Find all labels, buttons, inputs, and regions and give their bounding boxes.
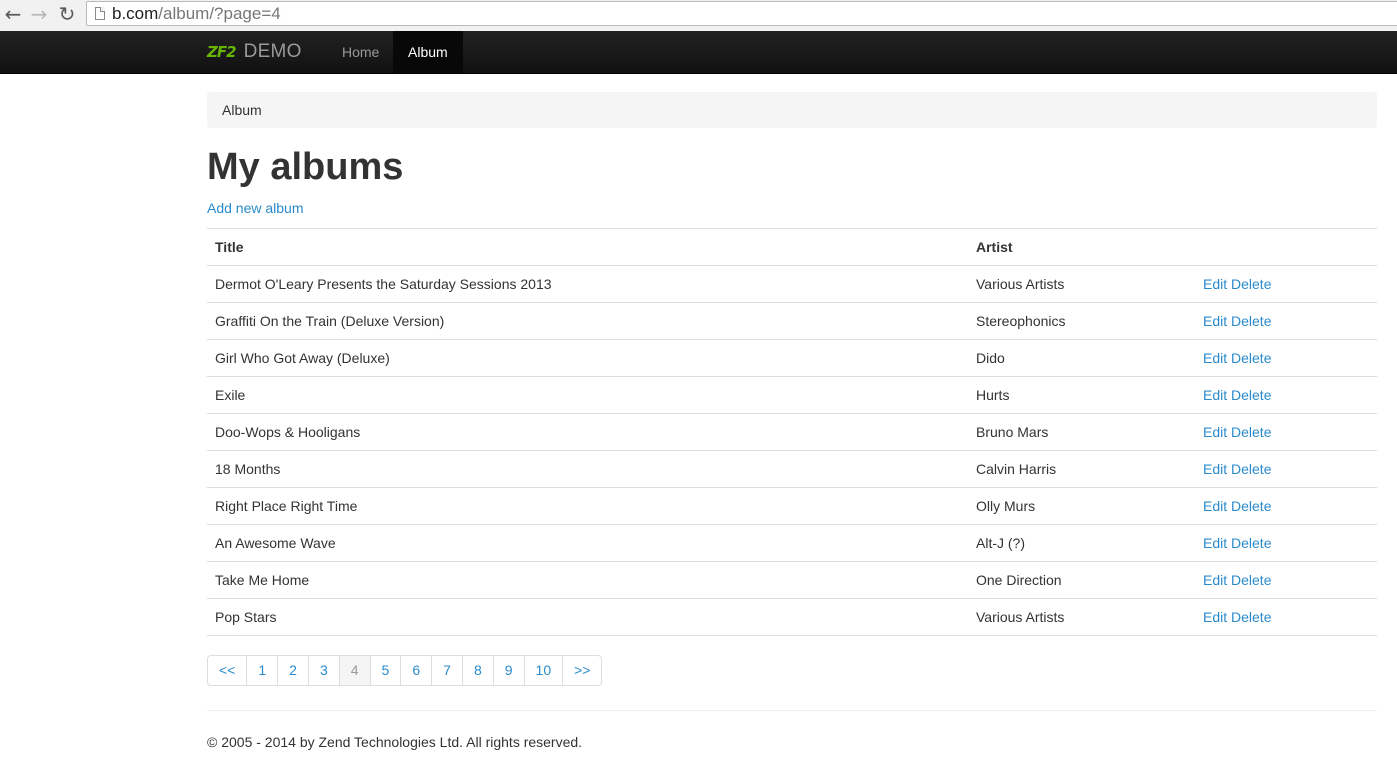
album-title-cell: Right Place Right Time	[207, 487, 968, 525]
album-actions-cell: Edit Delete	[1195, 376, 1377, 414]
album-title-cell: Graffiti On the Train (Deluxe Version)	[207, 302, 968, 340]
album-actions-cell: Edit Delete	[1195, 450, 1377, 488]
album-actions-cell: Edit Delete	[1195, 561, 1377, 599]
album-title-cell: 18 Months	[207, 450, 968, 488]
header-artist: Artist	[968, 228, 1195, 266]
album-title-cell: Dermot O'Leary Presents the Saturday Ses…	[207, 265, 968, 303]
album-title-cell: Take Me Home	[207, 561, 968, 599]
album-actions-cell: Edit Delete	[1195, 487, 1377, 525]
zf2-logo-icon: ZF2	[207, 43, 237, 61]
edit-link[interactable]: Edit	[1203, 498, 1227, 514]
pagination-page-7[interactable]: 7	[431, 656, 462, 685]
album-title-cell: An Awesome Wave	[207, 524, 968, 562]
edit-link[interactable]: Edit	[1203, 461, 1227, 477]
delete-link[interactable]: Delete	[1231, 313, 1271, 329]
delete-link[interactable]: Delete	[1231, 572, 1271, 588]
header-actions	[1195, 228, 1377, 266]
url-host: b.com	[112, 4, 159, 23]
album-actions-cell: Edit Delete	[1195, 339, 1377, 377]
album-title-cell: Girl Who Got Away (Deluxe)	[207, 339, 968, 377]
album-title-cell: Exile	[207, 376, 968, 414]
edit-link[interactable]: Edit	[1203, 424, 1227, 440]
edit-link[interactable]: Edit	[1203, 387, 1227, 403]
album-actions-cell: Edit Delete	[1195, 413, 1377, 451]
album-artist-cell: Olly Murs	[968, 487, 1195, 525]
album-artist-cell: Various Artists	[968, 598, 1195, 636]
footer-copyright: © 2005 - 2014 by Zend Technologies Ltd. …	[207, 734, 583, 750]
browser-toolbar: ← → ↻ b.com/album/?page=4	[0, 0, 1397, 31]
table-row: Girl Who Got Away (Deluxe) Dido Edit Delet…	[207, 339, 1377, 377]
album-artist-cell: One Direction	[968, 561, 1195, 599]
albums-table: Title Artist Dermot O'Leary Presents the…	[207, 228, 1377, 636]
nav-item-album[interactable]: Album	[393, 31, 463, 73]
table-row: Exile Hurts Edit Delete	[207, 376, 1377, 414]
forward-arrow-icon[interactable]: →	[28, 3, 50, 25]
pagination-page-10[interactable]: 10	[523, 656, 563, 685]
edit-link[interactable]: Edit	[1203, 572, 1227, 588]
page-icon	[95, 7, 105, 20]
album-artist-cell: Dido	[968, 339, 1195, 377]
edit-link[interactable]: Edit	[1203, 609, 1227, 625]
album-actions-cell: Edit Delete	[1195, 598, 1377, 636]
table-row: Doo-Wops & Hooligans Bruno Mars Edit Delet…	[207, 413, 1377, 451]
pagination-page-9[interactable]: 9	[492, 656, 524, 685]
pagination-last[interactable]: >>	[562, 656, 601, 685]
delete-link[interactable]: Delete	[1231, 276, 1271, 292]
footer-divider	[207, 710, 1377, 711]
pagination-page-2[interactable]: 2	[277, 656, 308, 685]
table-row: Dermot O'Leary Presents the Saturday Ses…	[207, 265, 1377, 303]
album-title-cell: Pop Stars	[207, 598, 968, 636]
address-bar[interactable]: b.com/album/?page=4	[86, 1, 1397, 26]
add-new-album-link[interactable]: Add new album	[207, 200, 304, 216]
album-actions-cell: Edit Delete	[1195, 265, 1377, 303]
delete-link[interactable]: Delete	[1231, 609, 1271, 625]
album-artist-cell: Various Artists	[968, 265, 1195, 303]
album-artist-cell: Alt-J (?)	[968, 524, 1195, 562]
reload-icon[interactable]: ↻	[56, 3, 78, 25]
table-header-row: Title Artist	[207, 228, 1377, 266]
pagination-page-3[interactable]: 3	[307, 656, 339, 685]
page-title: My albums	[207, 146, 404, 188]
pagination-page-4[interactable]: 4	[338, 656, 370, 685]
table-row: Take Me Home One Direction Edit Delete	[207, 561, 1377, 599]
back-arrow-icon[interactable]: ←	[2, 3, 24, 25]
pagination-first[interactable]: <<	[208, 656, 246, 685]
delete-link[interactable]: Delete	[1231, 461, 1271, 477]
edit-link[interactable]: Edit	[1203, 350, 1227, 366]
url-path: /album/?page=4	[158, 4, 281, 23]
pagination: << 1 2 3 4 5 6 7 8 9 10 >>	[207, 655, 603, 686]
table-row: 18 Months Calvin Harris Edit Delete	[207, 450, 1377, 488]
edit-link[interactable]: Edit	[1203, 535, 1227, 551]
pagination-page-1[interactable]: 1	[246, 656, 277, 685]
table-row: An Awesome Wave Alt-J (?) Edit Delete	[207, 524, 1377, 562]
album-title-cell: Doo-Wops & Hooligans	[207, 413, 968, 451]
album-actions-cell: Edit Delete	[1195, 524, 1377, 562]
album-artist-cell: Calvin Harris	[968, 450, 1195, 488]
table-row: Graffiti On the Train (Deluxe Version) St…	[207, 302, 1377, 340]
url-text[interactable]: b.com/album/?page=4	[112, 4, 281, 24]
pagination-page-6[interactable]: 6	[400, 656, 431, 685]
albums-table-body: Dermot O'Leary Presents the Saturday Ses…	[207, 265, 1377, 636]
album-actions-cell: Edit Delete	[1195, 302, 1377, 340]
table-row: Pop Stars Various Artists Edit Delete	[207, 598, 1377, 636]
delete-link[interactable]: Delete	[1231, 535, 1271, 551]
delete-link[interactable]: Delete	[1231, 350, 1271, 366]
edit-link[interactable]: Edit	[1203, 313, 1227, 329]
album-artist-cell: Hurts	[968, 376, 1195, 414]
album-artist-cell: Stereophonics	[968, 302, 1195, 340]
pagination-page-8[interactable]: 8	[461, 656, 493, 685]
album-artist-cell: Bruno Mars	[968, 413, 1195, 451]
pagination-page-5[interactable]: 5	[369, 656, 401, 685]
breadcrumb: Album	[207, 92, 1377, 128]
table-row: Right Place Right Time Olly Murs Edit Dele…	[207, 487, 1377, 525]
brand-link[interactable]: ZF2 DEMO	[207, 31, 302, 73]
delete-link[interactable]: Delete	[1231, 424, 1271, 440]
delete-link[interactable]: Delete	[1231, 387, 1271, 403]
nav-item-home[interactable]: Home	[327, 31, 394, 73]
header-title: Title	[207, 228, 968, 266]
delete-link[interactable]: Delete	[1231, 498, 1271, 514]
top-navbar: ZF2 DEMO Home Album	[0, 31, 1397, 74]
brand-text: DEMO	[243, 41, 302, 62]
edit-link[interactable]: Edit	[1203, 276, 1227, 292]
